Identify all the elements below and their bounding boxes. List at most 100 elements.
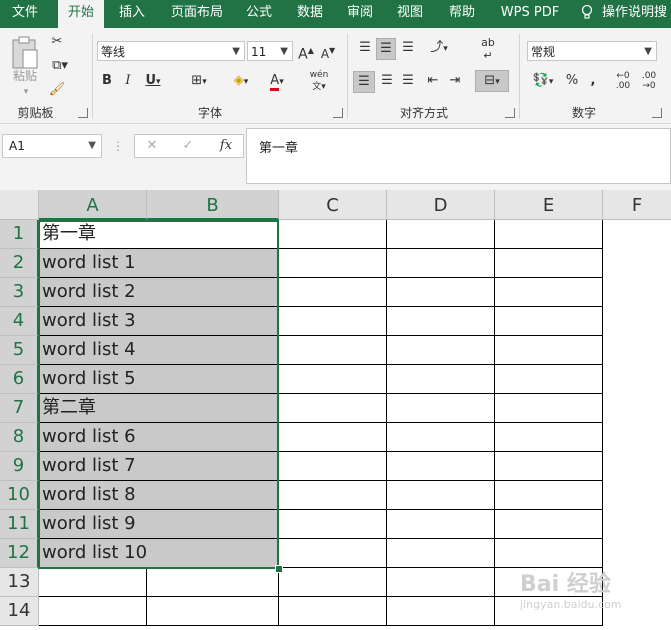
wrap-text-icon[interactable]: ab ↵ bbox=[478, 36, 498, 62]
more-options-icon[interactable]: ⋮ bbox=[112, 136, 124, 156]
cell-e8[interactable] bbox=[495, 423, 603, 452]
italic-icon[interactable]: I bbox=[120, 71, 136, 91]
column-header-d[interactable]: D bbox=[387, 190, 495, 220]
cell-c6[interactable] bbox=[279, 365, 387, 394]
cell-d1[interactable] bbox=[387, 220, 495, 249]
cell-e1[interactable] bbox=[495, 220, 603, 249]
cell-c7[interactable] bbox=[279, 394, 387, 423]
tab-view[interactable]: 视图 bbox=[388, 0, 432, 28]
cell-a1[interactable]: 第一章 bbox=[39, 220, 279, 249]
alignment-launcher-icon[interactable] bbox=[505, 108, 515, 118]
cell-c11[interactable] bbox=[279, 510, 387, 539]
row-header-4[interactable]: 4 bbox=[0, 307, 39, 336]
cell-a10[interactable]: word list 8 bbox=[39, 481, 279, 510]
tab-file[interactable]: 文件 bbox=[0, 0, 50, 28]
cell-a2[interactable]: word list 1 bbox=[39, 249, 279, 278]
align-right-icon[interactable]: ☰ bbox=[399, 71, 417, 91]
cell-a11[interactable]: word list 9 bbox=[39, 510, 279, 539]
clipboard-launcher-icon[interactable] bbox=[78, 108, 88, 118]
bold-icon[interactable]: B bbox=[99, 71, 115, 91]
cell-a8[interactable]: word list 6 bbox=[39, 423, 279, 452]
cell-d8[interactable] bbox=[387, 423, 495, 452]
decrease-indent-icon[interactable]: ⇤ bbox=[424, 71, 442, 91]
cell-e9[interactable] bbox=[495, 452, 603, 481]
cell-a12[interactable]: word list 10 bbox=[39, 539, 279, 568]
paste-icon[interactable] bbox=[10, 36, 40, 70]
cell-d6[interactable] bbox=[387, 365, 495, 394]
decrease-font-icon[interactable]: A▼ bbox=[319, 41, 337, 64]
cell-a3[interactable]: word list 2 bbox=[39, 278, 279, 307]
column-header-f[interactable]: F bbox=[603, 190, 671, 220]
cell-d7[interactable] bbox=[387, 394, 495, 423]
cell-e11[interactable] bbox=[495, 510, 603, 539]
cell-e12[interactable] bbox=[495, 539, 603, 568]
merge-center-icon[interactable]: ⊟▾ bbox=[475, 70, 509, 92]
increase-indent-icon[interactable]: ⇥ bbox=[446, 71, 464, 91]
row-header-6[interactable]: 6 bbox=[0, 365, 39, 394]
cell-d4[interactable] bbox=[387, 307, 495, 336]
cell-c12[interactable] bbox=[279, 539, 387, 568]
row-header-5[interactable]: 5 bbox=[0, 336, 39, 365]
cell-d5[interactable] bbox=[387, 336, 495, 365]
number-launcher-icon[interactable] bbox=[652, 108, 662, 118]
cell-b14[interactable] bbox=[147, 597, 279, 626]
cell-e7[interactable] bbox=[495, 394, 603, 423]
borders-icon[interactable]: ⊞▾ bbox=[184, 71, 214, 92]
cell-d10[interactable] bbox=[387, 481, 495, 510]
cell-b13[interactable] bbox=[147, 568, 279, 597]
decrease-decimal-icon[interactable]: .00 →0 bbox=[640, 71, 658, 91]
align-middle-icon[interactable]: ☰ bbox=[376, 38, 396, 60]
align-top-icon[interactable]: ☰ bbox=[356, 38, 374, 58]
select-all-corner[interactable] bbox=[0, 190, 39, 220]
row-header-12[interactable]: 12 bbox=[0, 539, 39, 568]
cell-e2[interactable] bbox=[495, 249, 603, 278]
underline-icon[interactable]: U▾ bbox=[142, 71, 164, 92]
align-bottom-icon[interactable]: ☰ bbox=[399, 38, 417, 58]
cut-icon[interactable]: ✂ bbox=[48, 32, 66, 52]
cell-c1[interactable] bbox=[279, 220, 387, 249]
cell-c14[interactable] bbox=[279, 597, 387, 626]
increase-font-icon[interactable]: A▲ bbox=[297, 41, 315, 65]
cell-c13[interactable] bbox=[279, 568, 387, 597]
cell-a13[interactable] bbox=[39, 568, 147, 597]
tab-data[interactable]: 数据 bbox=[288, 0, 332, 28]
insert-function-icon[interactable]: fx bbox=[215, 136, 237, 156]
cell-d12[interactable] bbox=[387, 539, 495, 568]
tab-wps-pdf[interactable]: WPS PDF bbox=[492, 0, 568, 28]
tab-page-layout[interactable]: 页面布局 bbox=[162, 0, 232, 28]
tab-home[interactable]: 开始 bbox=[58, 0, 104, 29]
fill-handle[interactable] bbox=[275, 565, 283, 573]
cell-c2[interactable] bbox=[279, 249, 387, 278]
cancel-icon[interactable]: ✕ bbox=[143, 136, 161, 156]
font-size-select[interactable]: 11 ▼ bbox=[247, 41, 293, 61]
number-format-select[interactable]: 常规 ▼ bbox=[527, 41, 657, 61]
align-center-icon[interactable]: ☰ bbox=[378, 71, 396, 91]
cell-a4[interactable]: word list 3 bbox=[39, 307, 279, 336]
font-name-select[interactable]: 等线 ▼ bbox=[97, 41, 245, 61]
font-launcher-icon[interactable] bbox=[333, 108, 343, 118]
comma-style-icon[interactable]: , bbox=[586, 71, 600, 91]
percent-icon[interactable]: % bbox=[564, 71, 580, 91]
cell-e6[interactable] bbox=[495, 365, 603, 394]
row-header-3[interactable]: 3 bbox=[0, 278, 39, 307]
cell-a5[interactable]: word list 4 bbox=[39, 336, 279, 365]
cell-a6[interactable]: word list 5 bbox=[39, 365, 279, 394]
cell-d13[interactable] bbox=[387, 568, 495, 597]
column-header-a[interactable]: A bbox=[39, 190, 147, 220]
cell-e10[interactable] bbox=[495, 481, 603, 510]
cell-d3[interactable] bbox=[387, 278, 495, 307]
fill-color-icon[interactable]: ◈▾ bbox=[226, 71, 256, 92]
format-painter-icon[interactable]: 🖌 bbox=[48, 80, 66, 100]
copy-icon[interactable]: ⧉▾ bbox=[48, 56, 72, 76]
cell-e5[interactable] bbox=[495, 336, 603, 365]
row-header-7[interactable]: 7 bbox=[0, 394, 39, 423]
row-header-10[interactable]: 10 bbox=[0, 481, 39, 510]
row-header-2[interactable]: 2 bbox=[0, 249, 39, 278]
cell-d2[interactable] bbox=[387, 249, 495, 278]
cell-d14[interactable] bbox=[387, 597, 495, 626]
accounting-format-icon[interactable]: 💱▾ bbox=[528, 71, 558, 92]
font-color-icon[interactable]: A▾ bbox=[262, 71, 292, 92]
cell-a7[interactable]: 第二章 bbox=[39, 394, 279, 423]
row-header-11[interactable]: 11 bbox=[0, 510, 39, 539]
cell-c3[interactable] bbox=[279, 278, 387, 307]
